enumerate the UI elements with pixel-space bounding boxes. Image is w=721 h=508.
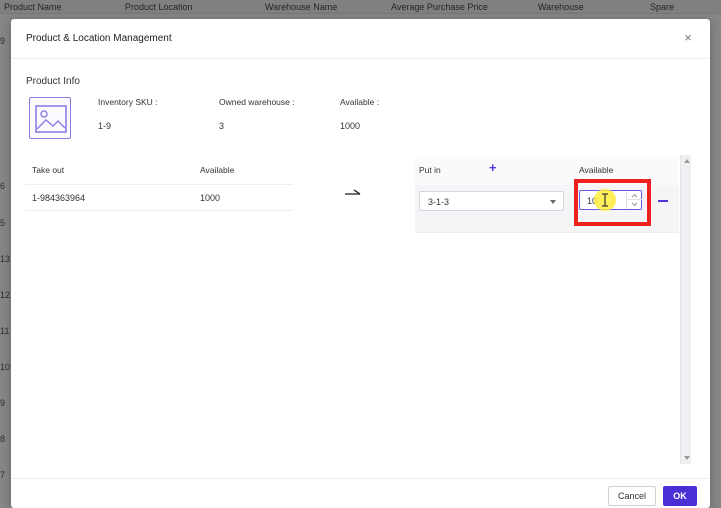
scroll-down-icon[interactable] [684, 456, 690, 460]
takeout-available-column-header: Available [200, 165, 235, 175]
putin-available-column-header: Available [579, 165, 614, 175]
takeout-location: 1-984363964 [32, 193, 86, 203]
scrollbar[interactable] [680, 155, 691, 464]
product-info-title: Product Info [26, 76, 80, 87]
modal-footer [11, 478, 710, 508]
scroll-up-icon[interactable] [684, 159, 690, 163]
cancel-button[interactable]: Cancel [608, 486, 656, 506]
add-location-button[interactable]: + [489, 161, 501, 175]
close-icon[interactable]: × [681, 31, 695, 45]
putin-location-select[interactable]: 3-1-3 [419, 191, 564, 211]
available-label: Available : [340, 97, 380, 107]
available-value: 1000 [340, 121, 361, 131]
table-row: 1-984363964 1000 [25, 185, 293, 211]
sku-label: Inventory SKU : [98, 97, 158, 107]
modal-title: Product & Location Management [26, 33, 172, 44]
remove-location-button[interactable] [658, 196, 668, 206]
ok-button[interactable]: OK [663, 486, 697, 506]
putin-location-value: 3-1-3 [428, 197, 450, 207]
sku-value: 1-9 [98, 121, 112, 131]
modal-header: Product & Location Management × [11, 19, 710, 59]
chevron-down-icon [550, 200, 556, 204]
owned-warehouse-label: Owned warehouse : [219, 97, 295, 107]
takeout-column-header: Take out [32, 165, 65, 175]
arrow-right-icon [345, 189, 361, 195]
product-location-modal: Product & Location Management × Product … [11, 19, 710, 508]
putin-column-header: Put in [419, 165, 441, 175]
image-placeholder-icon [29, 97, 71, 139]
takeout-table-header: Take out Available [25, 157, 293, 185]
takeout-available: 1000 [200, 193, 221, 203]
owned-warehouse-value: 3 [219, 121, 225, 131]
highlight-annotation-box [574, 179, 651, 226]
